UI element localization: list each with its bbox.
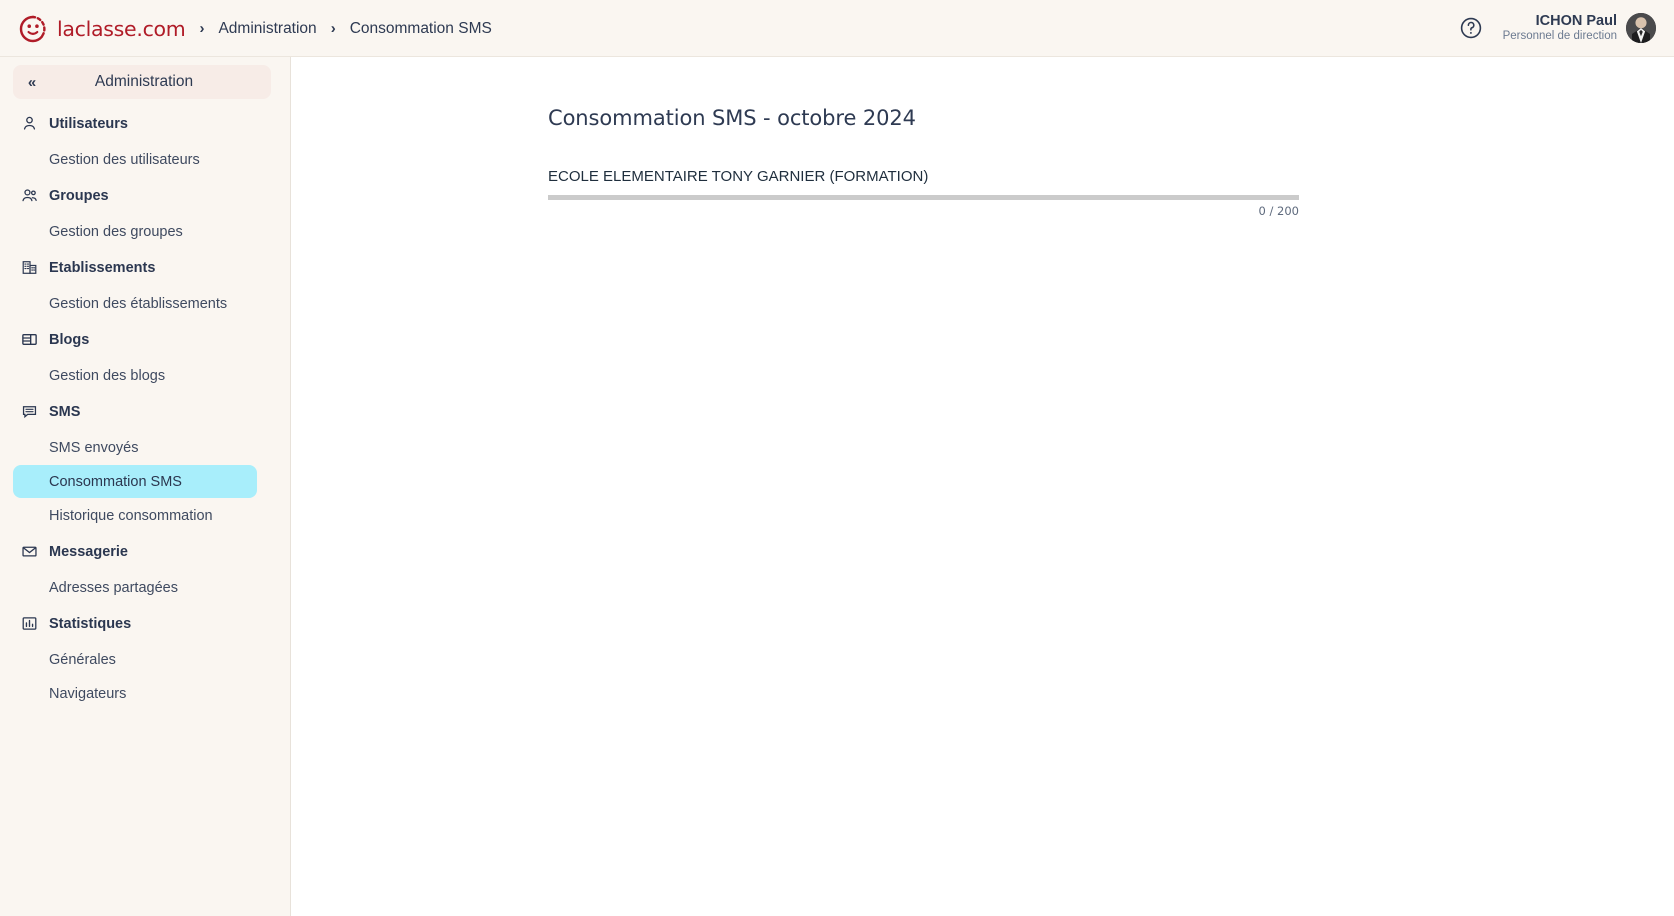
sidebar-item-label: Adresses partagées: [49, 579, 178, 596]
sidebar-group-messagerie: Messagerie Adresses partagées: [0, 533, 290, 604]
sidebar-item-label: Gestion des établissements: [49, 295, 228, 312]
message-lines-icon: [21, 403, 38, 420]
sidebar-group-statistiques: Statistiques Générales Navigateurs: [0, 605, 290, 710]
sidebar-collapse-header[interactable]: « Administration: [13, 65, 271, 99]
top-bar-right-cluster: ICHON Paul Personnel de direction: [1459, 13, 1656, 44]
sidebar-item-label: Gestion des groupes: [49, 223, 183, 240]
sidebar-item-label: Etablissements: [49, 259, 156, 276]
sms-quota-progress-bar: [548, 195, 1299, 200]
envelope-icon: [21, 543, 38, 560]
sidebar-item-label: Groupes: [49, 187, 109, 204]
users-group-icon: [21, 187, 38, 204]
sidebar-item-label: Messagerie: [49, 543, 128, 560]
sidebar-title: Administration: [94, 73, 194, 90]
user-icon: [21, 115, 38, 132]
sidebar-item-label: Historique consommation: [49, 507, 213, 524]
building-icon: [21, 259, 38, 276]
page-title: Consommation SMS - octobre 2024: [548, 106, 916, 130]
sidebar-item-label: SMS envoyés: [49, 439, 139, 456]
brand-home-link[interactable]: laclasse.com: [18, 14, 186, 44]
sidebar-item-label: Gestion des blogs: [49, 367, 166, 384]
sidebar-group-blogs: Blogs Gestion des blogs: [0, 321, 290, 392]
sidebar-item-groupes[interactable]: Groupes: [0, 177, 290, 214]
sidebar: « Administration Utilisateurs Gestion de…: [0, 57, 291, 916]
breadcrumb-separator-1: ›: [199, 20, 205, 37]
sidebar-item-gestion-des-etablissements[interactable]: Gestion des établissements: [13, 287, 257, 320]
sidebar-item-navigateurs[interactable]: Navigateurs: [13, 677, 257, 710]
main-content: Consommation SMS - octobre 2024 ECOLE EL…: [291, 57, 1674, 916]
sidebar-item-statistiques[interactable]: Statistiques: [0, 605, 290, 642]
sidebar-item-label: Blogs: [49, 331, 90, 348]
content-container: Consommation SMS - octobre 2024 ECOLE EL…: [291, 57, 1674, 218]
sidebar-item-generales[interactable]: Générales: [13, 643, 257, 676]
sidebar-item-etablissements[interactable]: Etablissements: [0, 249, 290, 286]
sidebar-group-sms: SMS SMS envoyés Consommation SMS Histori…: [0, 393, 290, 532]
establishment-name: ECOLE ELEMENTAIRE TONY GARNIER (FORMATIO…: [548, 168, 929, 185]
bar-chart-icon: [21, 615, 38, 632]
breadcrumb-current-page: Consommation SMS: [349, 19, 492, 37]
sidebar-item-utilisateurs[interactable]: Utilisateurs: [0, 105, 290, 142]
sidebar-item-sms-envoyes[interactable]: SMS envoyés: [13, 431, 257, 464]
sms-quota-caption: 0 / 200: [1258, 204, 1299, 218]
sidebar-item-historique-consommation[interactable]: Historique consommation: [13, 499, 257, 532]
sidebar-item-adresses-partagees[interactable]: Adresses partagées: [13, 571, 257, 604]
sidebar-item-label: Utilisateurs: [49, 115, 128, 132]
brand-name: laclasse.com: [57, 16, 186, 41]
consumption-row: ECOLE ELEMENTAIRE TONY GARNIER (FORMATIO…: [548, 168, 1299, 218]
user-menu[interactable]: ICHON Paul Personnel de direction: [1503, 13, 1656, 44]
sidebar-item-label: Générales: [49, 651, 116, 668]
sidebar-item-label: Statistiques: [49, 615, 132, 632]
sidebar-item-label: SMS: [49, 403, 81, 420]
user-role: Personnel de direction: [1502, 30, 1617, 43]
top-bar: laclasse.com › Administration › Consomma…: [0, 0, 1674, 57]
layout-panel-icon: [21, 331, 38, 348]
sidebar-item-sms[interactable]: SMS: [0, 393, 290, 430]
sidebar-item-blogs[interactable]: Blogs: [0, 321, 290, 358]
sidebar-group-utilisateurs: Utilisateurs Gestion des utilisateurs: [0, 105, 290, 176]
chevron-double-left-icon[interactable]: «: [17, 75, 47, 90]
laclasse-logo-icon: [18, 14, 48, 44]
help-circle-icon[interactable]: [1459, 16, 1483, 40]
sidebar-item-gestion-des-groupes[interactable]: Gestion des groupes: [13, 215, 257, 248]
user-name: ICHON Paul: [1535, 13, 1617, 30]
sidebar-item-consommation-sms[interactable]: Consommation SMS: [13, 465, 257, 498]
sidebar-item-label: Navigateurs: [49, 685, 127, 702]
breadcrumb-separator-2: ›: [330, 20, 336, 37]
sidebar-item-messagerie[interactable]: Messagerie: [0, 533, 290, 570]
avatar[interactable]: [1626, 13, 1656, 44]
sidebar-group-etablissements: Etablissements Gestion des établissement…: [0, 249, 290, 320]
sidebar-item-label: Gestion des utilisateurs: [49, 151, 200, 168]
sidebar-item-gestion-des-utilisateurs[interactable]: Gestion des utilisateurs: [13, 143, 257, 176]
sidebar-group-groupes: Groupes Gestion des groupes: [0, 177, 290, 248]
page-body: « Administration Utilisateurs Gestion de…: [0, 57, 1674, 916]
breadcrumb-administration[interactable]: Administration: [218, 20, 316, 38]
sidebar-item-label: Consommation SMS: [49, 473, 182, 490]
sidebar-item-gestion-des-blogs[interactable]: Gestion des blogs: [13, 359, 257, 392]
user-info: ICHON Paul Personnel de direction: [1503, 13, 1617, 43]
